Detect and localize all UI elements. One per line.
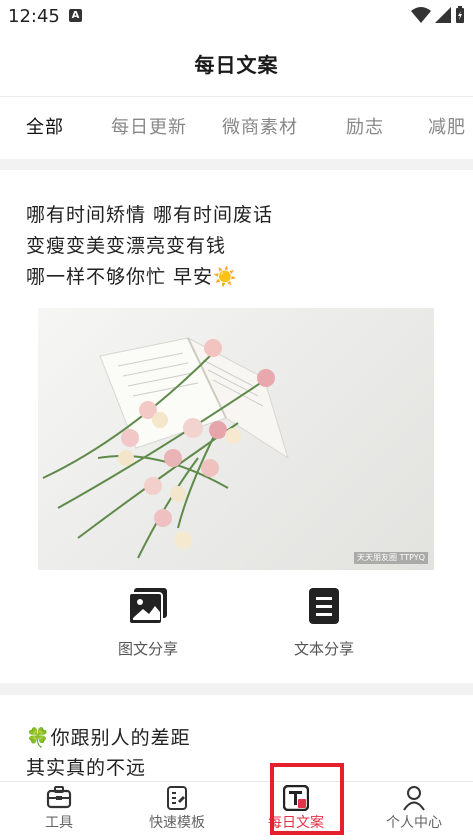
nav-item-profile[interactable]: 个人中心: [355, 782, 473, 840]
person-icon: [403, 786, 425, 811]
app-bar: 每日文案: [0, 34, 473, 96]
post-text-line: 🍀你跟别人的差距: [26, 727, 191, 749]
bottom-nav: 工具 快速模板 每日文案 个人中心: [0, 781, 473, 840]
toolbox-icon: [46, 786, 72, 809]
wifi-icon: [411, 7, 431, 23]
tab-inspiration[interactable]: 励志: [346, 97, 384, 159]
status-time: 12:45: [8, 6, 60, 27]
nav-item-quick-template[interactable]: 快速模板: [118, 782, 236, 840]
text-share-button[interactable]: 文本分享: [264, 588, 384, 659]
status-icons: [411, 6, 465, 24]
tab-all[interactable]: 全部: [26, 97, 64, 159]
tab-daily-update[interactable]: 每日更新: [111, 97, 187, 159]
status-bar: 12:45 A: [0, 0, 473, 34]
post-card: 🍀你跟别人的差距 其实真的不远: [0, 695, 473, 795]
image-watermark: 天天朋友圈 TTPYQ: [353, 552, 428, 564]
battery-icon: [456, 6, 464, 23]
post-card: 哪有时间矫情 哪有时间废话 变瘦变美变漂亮变有钱 哪一样不够你忙 早安☀️ 天天…: [0, 170, 473, 683]
post-text-line: 变瘦变美变漂亮变有钱: [26, 235, 227, 257]
daily-copy-icon: [283, 785, 309, 811]
nav-item-tools[interactable]: 工具: [0, 782, 118, 840]
nav-label: 个人中心: [386, 815, 442, 831]
nav-label: 工具: [45, 815, 73, 831]
text-document-icon: [309, 588, 339, 624]
nav-item-daily-copy[interactable]: 每日文案: [237, 782, 355, 840]
post-text-line: 其实真的不远: [26, 757, 147, 779]
notification-badge-icon: A: [69, 9, 82, 22]
text-share-label: 文本分享: [293, 640, 354, 658]
flowers-book-illustration: [42, 336, 289, 559]
post-image[interactable]: 天天朋友圈 TTPYQ: [38, 308, 434, 570]
image-text-share-button[interactable]: 图文分享: [88, 588, 208, 659]
tab-wechat-business[interactable]: 微商素材: [222, 97, 298, 159]
tab-weight-loss[interactable]: 减肥: [428, 97, 466, 159]
image-text-share-label: 图文分享: [117, 640, 178, 658]
template-icon: [167, 786, 187, 810]
nav-label: 快速模板: [149, 815, 205, 831]
image-share-icon: [129, 588, 167, 624]
signal-icon: [435, 7, 451, 23]
page-title: 每日文案: [194, 53, 279, 77]
post-text-line: 哪有时间矫情 哪有时间废话: [26, 204, 274, 226]
category-tabs: 全部 每日更新 微商素材 励志 减肥: [0, 96, 473, 159]
nav-label: 每日文案: [268, 815, 324, 831]
post-text-line: 哪一样不够你忙 早安☀️: [26, 266, 238, 288]
